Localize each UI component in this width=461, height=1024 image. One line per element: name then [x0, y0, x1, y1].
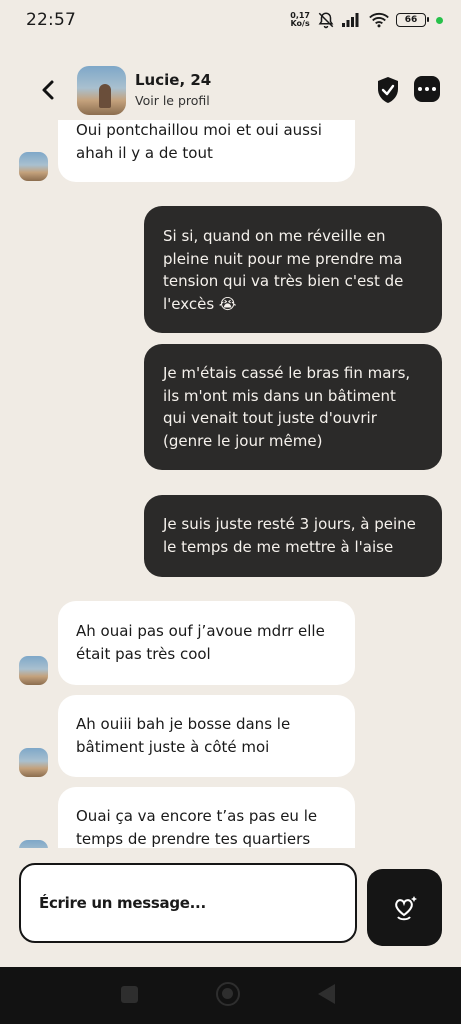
battery-indicator: 66 — [396, 13, 429, 27]
shield-check-icon[interactable] — [376, 76, 400, 104]
message-bubble-incoming[interactable]: Ah ouiii bah je bosse dans le bâtiment j… — [58, 695, 355, 777]
battery-level: 66 — [404, 15, 418, 25]
message-text: Je m'étais cassé le bras fin mars, ils m… — [163, 364, 411, 450]
avatar-figure — [99, 84, 111, 108]
message-text: Ah ouai pas ouf j’avoue mdrr elle était … — [76, 622, 325, 663]
back-chevron-icon[interactable] — [38, 78, 58, 102]
sender-avatar[interactable] — [19, 840, 48, 848]
message-bubble-outgoing[interactable]: Je m'étais cassé le bras fin mars, ils m… — [144, 344, 442, 470]
message-bubble-outgoing[interactable]: Je suis juste resté 3 jours, à peine le … — [144, 495, 442, 577]
signal-icon — [342, 13, 359, 27]
system-navigation-bar — [0, 967, 461, 1024]
network-speed: 0,17 Ko/s — [290, 12, 310, 28]
system-back-button[interactable] — [318, 984, 335, 1004]
sender-avatar[interactable] — [19, 152, 48, 181]
message-text: Je suis juste resté 3 jours, à peine le … — [163, 515, 416, 556]
status-icons: 0,17 Ko/s 66 — [290, 11, 443, 29]
message-input-placeholder: Écrire un message... — [39, 894, 206, 912]
heart-sparkle-icon — [394, 895, 417, 920]
sender-avatar[interactable] — [19, 748, 48, 777]
message-list[interactable]: Oui pontchaillou moi et oui aussi ahah i… — [0, 120, 461, 848]
view-profile-link[interactable]: Voir le profil — [135, 93, 210, 108]
message-input[interactable]: Écrire un message... — [19, 863, 357, 943]
send-like-button[interactable] — [367, 869, 442, 946]
status-time: 22:57 — [26, 10, 76, 30]
message-text: Ah ouiii bah je bosse dans le bâtiment j… — [76, 715, 291, 756]
message-bubble-incoming[interactable]: Ouai ça va encore t’as pas eu le temps d… — [58, 787, 355, 848]
more-dot-icon — [425, 87, 429, 91]
message-text: Oui pontchaillou moi et oui aussi ahah i… — [76, 121, 322, 162]
chat-header: Lucie, 24 Voir le profil — [0, 60, 461, 120]
sender-avatar[interactable] — [19, 656, 48, 685]
message-bubble-incoming[interactable]: Oui pontchaillou moi et oui aussi ahah i… — [58, 120, 355, 182]
bell-muted-icon — [318, 12, 334, 29]
more-options-button[interactable] — [414, 76, 440, 102]
status-bar: 22:57 0,17 Ko/s 66 — [0, 0, 461, 40]
message-text: Si si, quand on me réveille en pleine nu… — [163, 227, 404, 313]
contact-name[interactable]: Lucie, 24 — [135, 71, 211, 89]
more-dot-icon — [432, 87, 436, 91]
more-dot-icon — [418, 87, 422, 91]
home-button[interactable] — [216, 982, 240, 1006]
message-bubble-incoming[interactable]: Ah ouai pas ouf j’avoue mdrr elle était … — [58, 601, 355, 685]
wifi-icon — [369, 13, 389, 28]
privacy-indicator-dot — [436, 16, 443, 24]
recent-apps-button[interactable] — [121, 986, 138, 1003]
profile-avatar[interactable] — [77, 66, 126, 115]
message-bubble-outgoing[interactable]: Si si, quand on me réveille en pleine nu… — [144, 206, 442, 333]
network-speed-unit: Ko/s — [290, 19, 310, 28]
message-text: Ouai ça va encore t’as pas eu le temps d… — [76, 807, 318, 848]
